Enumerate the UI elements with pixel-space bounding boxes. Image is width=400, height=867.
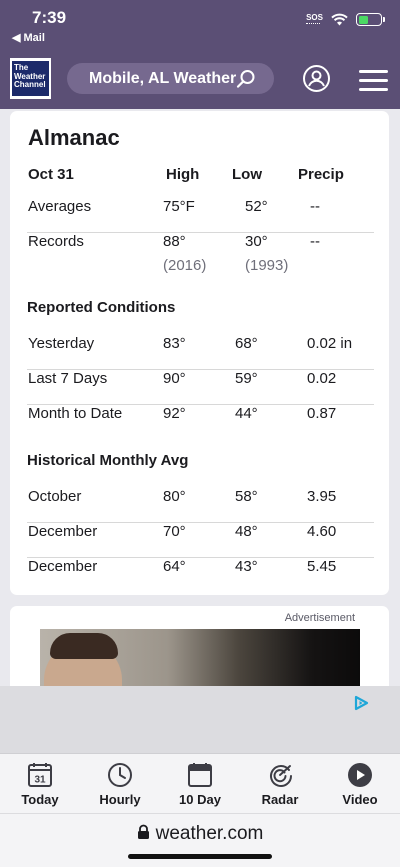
status-indicators: SOS [306,13,385,26]
url-display[interactable]: weather.com [0,823,400,845]
date-column-header: Oct 31 [28,166,74,183]
nav-video[interactable]: Video [325,762,395,807]
high-value: 92° [163,405,186,422]
site-header: 7:39 ◀ Mail SOS The Weather Channel Mobi… [0,0,400,109]
low-value: 59° [235,370,258,387]
status-time: 7:39 [32,8,67,27]
low-value: 44° [235,405,258,422]
precip-column-header: Precip [298,166,344,183]
precip-value: 0.02 [307,370,337,387]
precip-value: -- [310,233,320,250]
low-column-header: Low [232,166,262,183]
precip-value: 5.45 [307,558,337,575]
high-record-year: (2016) [163,257,207,274]
table-row: Last 7 Days 90° 59° 0.02 [27,370,374,405]
ad-person-hair [50,633,118,659]
nav-10-day[interactable]: 10 Day [165,762,235,807]
table-row: December 70° 48° 4.60 [27,523,374,558]
advertisement-label: Advertisement [284,612,355,624]
high-value: 83° [163,335,186,352]
row-label: Month to Date [28,405,123,422]
table-row: Yesterday 83° 68° 0.02 in [27,335,374,370]
nav-today[interactable]: 31 Today [5,762,75,807]
search-location-text: Mobile, AL Weather [89,69,237,87]
precip-value: 3.95 [307,488,337,505]
high-value: 80° [163,488,186,505]
hamburger-menu-icon[interactable] [359,70,388,97]
play-icon [348,763,372,787]
calendar-day-icon: 31 [28,763,52,787]
precip-value: 0.02 in [307,335,353,352]
location-search-bar[interactable]: Mobile, AL Weather [67,63,274,94]
table-row: Month to Date 92° 44° 0.87 [27,405,374,440]
nav-video-label: Video [342,792,378,807]
table-row: Averages 75°F 52° -- [27,198,374,233]
search-icon[interactable] [236,69,256,89]
nav-hourly-label: Hourly [99,792,141,807]
account-icon[interactable] [303,65,330,92]
nav-10-day-label: 10 Day [179,792,221,807]
browser-url-bar[interactable]: weather.com [0,813,400,867]
advertisement-image[interactable] [40,629,360,686]
high-value: 88° [163,233,186,250]
low-value: 30° [245,233,268,250]
reported-conditions-heading: Reported Conditions [27,299,176,316]
nav-radar[interactable]: Radar [245,762,315,807]
calendar-icon [188,763,212,787]
wifi-icon [331,13,348,26]
home-indicator [128,854,272,859]
clock-icon [108,763,132,787]
table-row: Records 88° 30° -- (2016) (1993) [27,233,374,279]
row-label: December [28,558,98,575]
low-value: 52° [245,198,268,215]
high-column-header: High [166,166,200,183]
advertisement-card: Advertisement [10,606,389,686]
back-to-mail-link[interactable]: ◀ Mail [12,31,45,44]
precip-value: 0.87 [307,405,337,422]
radar-icon [270,765,292,787]
low-value: 43° [235,558,258,575]
adchoices-icon[interactable] [353,695,369,711]
row-label: Records [28,233,84,250]
sos-indicator: SOS [306,14,323,25]
nav-hourly[interactable]: Hourly [85,762,155,807]
almanac-card: Almanac Oct 31 High Low Precip Averages … [10,111,389,595]
low-value: 48° [235,523,258,540]
high-value: 70° [163,523,186,540]
nav-radar-label: Radar [261,792,299,807]
nav-today-label: Today [21,792,59,807]
bottom-nav: 31 Today Hourly 10 Day Radar Video [0,753,400,813]
historical-monthly-avg-heading: Historical Monthly Avg [27,452,189,469]
weather-channel-logo[interactable]: The Weather Channel [10,58,51,99]
row-label: October [28,488,82,505]
high-value: 64° [163,558,186,575]
low-value: 68° [235,335,258,352]
high-value: 75°F [163,198,195,215]
row-label: Last 7 Days [28,370,108,387]
low-record-year: (1993) [245,257,289,274]
table-row: October 80° 58° 3.95 [27,488,374,523]
row-label: December [28,523,98,540]
high-value: 90° [163,370,186,387]
almanac-title: Almanac [28,125,120,150]
url-domain: weather.com [155,823,264,844]
svg-text:31: 31 [34,775,46,786]
precip-value: 4.60 [307,523,337,540]
almanac-header-row: Oct 31 High Low Precip [27,166,374,201]
row-label: Yesterday [28,335,95,352]
lock-icon [137,824,149,839]
low-value: 58° [235,488,258,505]
battery-icon [356,13,385,26]
table-row: December 64° 43° 5.45 [27,558,374,593]
ad-banner[interactable] [0,686,400,753]
row-label: Averages [28,198,92,215]
precip-value: -- [310,198,320,215]
